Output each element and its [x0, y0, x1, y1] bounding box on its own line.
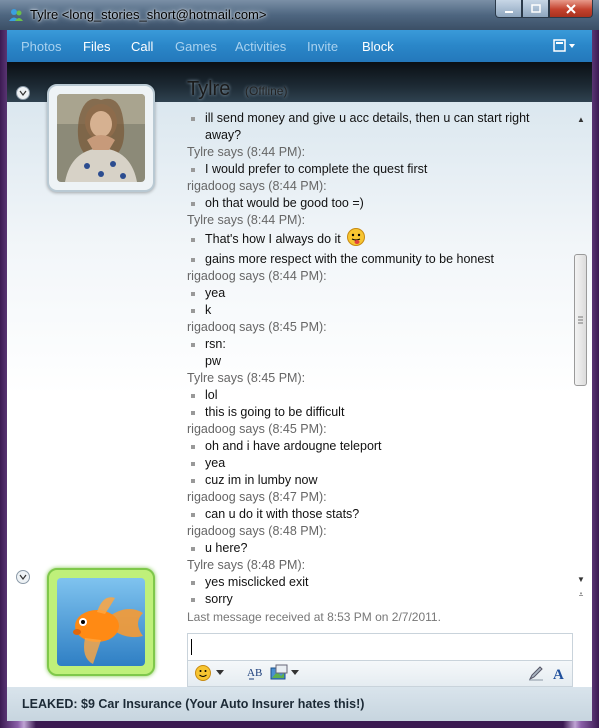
pen-icon — [528, 666, 543, 681]
message-line: yea — [191, 456, 225, 470]
sender-line: rigadoog says (8:47 PM): — [187, 490, 327, 504]
menu-files[interactable]: Files — [83, 39, 110, 54]
message-line: yes misclicked exit — [191, 575, 309, 589]
title-bar[interactable]: Tylre <long_stories_short@hotmail.com> — [0, 0, 599, 30]
message-line: away? — [205, 128, 242, 142]
input-toolbar: AB A — [187, 661, 573, 687]
menu-activities[interactable]: Activities — [235, 39, 286, 54]
sender-line: Tylre says (8:45 PM): — [187, 371, 306, 385]
sender-line: Tylre says (8:44 PM): — [187, 213, 306, 227]
my-avatar — [57, 578, 145, 666]
chevron-down-icon — [19, 574, 27, 580]
message-input[interactable] — [187, 633, 573, 661]
dropdown-arrow-icon — [291, 670, 299, 675]
contact-photo — [57, 94, 145, 182]
collapse-contact-button[interactable] — [16, 86, 30, 100]
message-line: rsn: — [191, 337, 226, 351]
message-line: oh that would be good too =) — [191, 196, 364, 210]
maximize-icon — [530, 3, 541, 13]
grip-icon — [578, 316, 583, 324]
spell-check-icon: AB — [247, 667, 262, 680]
message-line: cuz im in lumby now — [191, 473, 318, 487]
contact-avatar — [57, 94, 145, 182]
spell-check-button[interactable]: AB — [246, 664, 266, 682]
ad-link[interactable]: LEAKED: $9 Car Insurance (Your Auto Insu… — [22, 697, 364, 711]
sender-line: rigadoog says (8:44 PM): — [187, 179, 327, 193]
message-line: oh and i have ardougne teleport — [191, 439, 382, 453]
goldfish-photo — [57, 578, 145, 666]
text-caret — [191, 639, 192, 655]
minimize-button[interactable] — [495, 0, 522, 18]
emoticon-button[interactable] — [194, 664, 224, 682]
maximize-button[interactable] — [522, 0, 549, 18]
handwriting-button[interactable] — [528, 664, 544, 682]
sender-line: rigadoog says (8:44 PM): — [187, 269, 327, 283]
window-title: Tylre <long_stories_short@hotmail.com> — [30, 7, 267, 22]
svg-text:AB: AB — [247, 667, 262, 679]
dropdown-arrow-icon — [216, 670, 224, 675]
close-icon — [566, 3, 576, 14]
message-line: yea — [191, 286, 225, 300]
smiley-icon — [195, 665, 211, 681]
menu-block[interactable]: Block — [362, 39, 394, 54]
image-icon — [270, 664, 288, 680]
message-line: this is going to be difficult — [191, 405, 344, 419]
sender-line: Tylre says (8:44 PM): — [187, 145, 306, 159]
tongue-emoticon-icon — [347, 227, 366, 246]
chat-window: Tylre <long_stories_short@hotmail.com> P… — [0, 0, 599, 728]
chevron-down-icon — [19, 90, 27, 96]
font-button[interactable]: A — [552, 664, 568, 682]
scroll-up-icon[interactable]: ▲ — [577, 116, 585, 124]
message-line: k — [191, 303, 211, 317]
sender-line: rigadoog says (8:48 PM): — [187, 524, 327, 538]
menu-invite[interactable]: Invite — [307, 39, 338, 54]
message-line: I would prefer to complete the quest fir… — [191, 162, 427, 176]
message-line: ill send money and give u acc details, t… — [191, 111, 530, 125]
close-button[interactable] — [549, 0, 593, 18]
scroll-down-icon[interactable]: ▼ — [577, 576, 585, 584]
contact-name: Tylre — [187, 78, 231, 100]
menu-photos[interactable]: Photos — [21, 39, 61, 54]
message-line: sorry — [191, 592, 233, 606]
message-line: That's how I always do it — [191, 227, 366, 247]
message-history[interactable]: ill send money and give u acc details, t… — [187, 108, 567, 628]
sender-line: rigadooq says (8:45 PM): — [187, 320, 327, 334]
message-line: u here? — [191, 541, 247, 555]
font-icon: A — [553, 667, 564, 681]
scroll-end-icon[interactable]: ⩡ — [577, 591, 585, 599]
message-line: lol — [191, 388, 218, 402]
collapse-my-avatar-button[interactable] — [16, 570, 30, 584]
message-line: pw — [205, 354, 221, 368]
scrollbar-thumb[interactable] — [574, 254, 587, 386]
menu-games[interactable]: Games — [175, 39, 217, 54]
menu-call[interactable]: Call — [131, 39, 153, 54]
minimize-icon — [504, 10, 513, 13]
ad-bar: LEAKED: $9 Car Insurance (Your Auto Insu… — [7, 687, 592, 721]
show-menu-icon[interactable] — [552, 38, 578, 54]
message-line: can u do it with those stats? — [191, 507, 359, 521]
message-line: gains more respect with the community to… — [191, 252, 494, 266]
contact-status: (Offline) — [245, 84, 288, 98]
my-avatar-frame[interactable] — [47, 568, 155, 676]
sender-line: Tylre says (8:48 PM): — [187, 558, 306, 572]
window-controls — [495, 0, 593, 20]
contact-avatar-frame[interactable] — [47, 84, 155, 192]
svg-text:A: A — [553, 667, 564, 681]
messenger-icon — [9, 9, 23, 21]
last-message-info: Last message received at 8:53 PM on 2/7/… — [187, 610, 441, 624]
conversation-pane: ill send money and give u acc details, t… — [7, 84, 592, 687]
send-wink-button[interactable] — [270, 664, 299, 682]
menu-bar: Photos Files Call Games Activities Invit… — [7, 30, 592, 63]
conversation-scrollbar[interactable]: ▲ ▼ ⩡ — [574, 116, 588, 600]
sender-line: rigadoog says (8:45 PM): — [187, 422, 327, 436]
